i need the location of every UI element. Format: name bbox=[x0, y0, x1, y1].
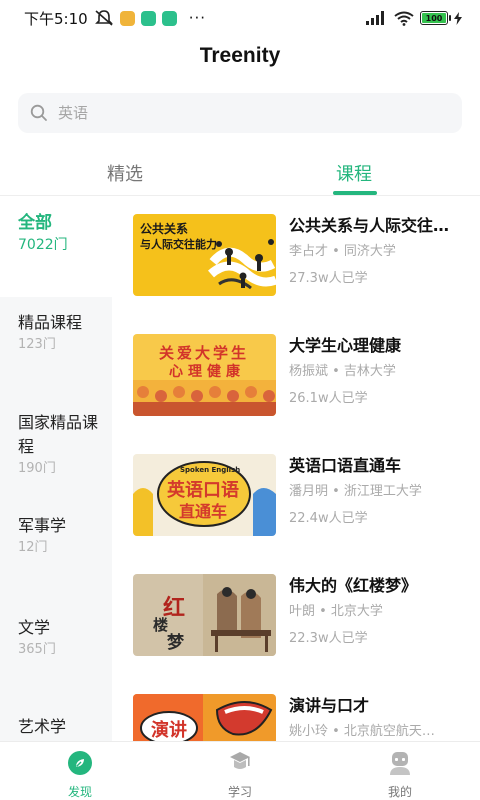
battery-level: 100 bbox=[422, 13, 446, 23]
course-thumbnail: 关爱大学生 心理健康 bbox=[133, 334, 276, 416]
sidebar-item-label: 国家精品课程 bbox=[18, 413, 99, 456]
sidebar-item-label: 精品课程 bbox=[18, 313, 83, 332]
battery-icon: 100 bbox=[420, 11, 451, 25]
tab-courses[interactable]: 课程 bbox=[336, 160, 372, 186]
course-learners: 22.4w人已学 bbox=[289, 511, 368, 526]
course-card[interactable]: 演讲 演讲与口才 姚小玲 • 北京航空航天… bbox=[133, 694, 468, 741]
app-title: Treenity bbox=[199, 44, 281, 67]
profile-icon bbox=[390, 752, 410, 775]
thumbnail-char: 楼 bbox=[153, 616, 169, 634]
course-meta: 姚小玲 • 北京航空航天… bbox=[289, 724, 435, 739]
sidebar-item-count: 7022门 bbox=[18, 237, 68, 253]
nav-label: 学习 bbox=[227, 785, 252, 799]
study-icon bbox=[230, 752, 250, 769]
course-card[interactable]: 关爱大学生 心理健康 大学生心理健康 杨振斌 • 吉林大学 26.1w人已学 bbox=[133, 334, 468, 416]
course-info: 大学生心理健康 杨振斌 • 吉林大学 26.1w人已学 bbox=[289, 334, 468, 409]
sidebar-item-count: 12门 bbox=[18, 540, 48, 555]
course-title: 英语口语直通车 bbox=[289, 456, 402, 475]
top-tabs: 精选 课程 bbox=[0, 152, 480, 196]
sidebar-item-premium-courses[interactable]: 精品课程 123门 bbox=[0, 311, 112, 355]
course-title: 大学生心理健康 bbox=[289, 336, 402, 355]
more-notifications-indicator: ··· bbox=[188, 9, 206, 27]
course-thumbnail: 演讲 bbox=[133, 694, 276, 741]
course-card[interactable]: 红 楼 梦 伟大的《红楼梦》 叶朗 • 北京大学 22.3w人已学 bbox=[133, 574, 468, 656]
thumbnail-title: 关爱大学生 bbox=[159, 344, 250, 362]
status-right: 100 bbox=[366, 11, 462, 26]
course-meta: 李占才 • 同济大学 bbox=[289, 244, 396, 259]
course-learners: 22.3w人已学 bbox=[289, 631, 368, 646]
status-left: 下午5:10 ··· bbox=[24, 8, 206, 29]
course-thumbnail: 公共关系 与人际交往能力 bbox=[133, 214, 276, 296]
course-info: 公共关系与人际交往… 李占才 • 同济大学 27.3w人已学 bbox=[289, 214, 468, 289]
course-info: 伟大的《红楼梦》 叶朗 • 北京大学 22.3w人已学 bbox=[289, 574, 468, 649]
course-meta: 潘月明 • 浙江理工大学 bbox=[289, 484, 422, 499]
tab-featured[interactable]: 精选 bbox=[107, 160, 143, 186]
search-input[interactable] bbox=[58, 104, 438, 122]
course-learners: 27.3w人已学 bbox=[289, 271, 368, 286]
bottom-navigation: 发现 学习 我的 bbox=[0, 741, 480, 800]
charging-icon bbox=[454, 11, 462, 25]
course-meta: 叶朗 • 北京大学 bbox=[289, 604, 383, 619]
category-sidebar: 全部 7022门 精品课程 123门 国家精品课程 190门 军事学 12门 文… bbox=[0, 197, 112, 741]
search-bar[interactable] bbox=[18, 93, 462, 133]
course-thumbnail: 红 楼 梦 bbox=[133, 574, 276, 656]
sidebar-item-military[interactable]: 军事学 12门 bbox=[0, 514, 112, 558]
course-title: 演讲与口才 bbox=[289, 696, 370, 715]
search-icon bbox=[30, 104, 47, 121]
nav-label: 发现 bbox=[67, 785, 92, 799]
course-meta: 杨振斌 • 吉林大学 bbox=[289, 364, 396, 379]
discover-icon bbox=[68, 751, 92, 775]
status-bar: 下午5:10 ··· 100 bbox=[0, 0, 480, 36]
sidebar-item-label: 艺术学 bbox=[18, 717, 67, 736]
sidebar-item-count: 365门 bbox=[18, 642, 56, 657]
course-info: 英语口语直通车 潘月明 • 浙江理工大学 22.4w人已学 bbox=[289, 454, 468, 529]
course-info: 演讲与口才 姚小玲 • 北京航空航天… bbox=[289, 694, 468, 741]
sidebar-item-national-premium[interactable]: 国家精品课程 190门 bbox=[0, 411, 112, 479]
sidebar-item-arts[interactable]: 艺术学 bbox=[0, 715, 112, 739]
active-tab-indicator bbox=[333, 191, 377, 195]
nav-profile[interactable]: 我的 bbox=[360, 750, 440, 800]
course-card[interactable]: Spoken English 英语口语 直通车 英语口语直通车 潘月明 • 浙江… bbox=[133, 454, 468, 536]
app-notification-icon bbox=[161, 10, 177, 26]
thumbnail-char: 梦 bbox=[167, 633, 184, 653]
app-notification-icon bbox=[140, 10, 156, 26]
app-notification-icon bbox=[119, 10, 135, 26]
sidebar-item-count: 123门 bbox=[18, 337, 56, 352]
sidebar-item-label: 文学 bbox=[18, 618, 51, 637]
thumbnail-subtitle: 直通车 bbox=[179, 502, 228, 521]
sidebar-item-literature[interactable]: 文学 365门 bbox=[0, 616, 112, 660]
wifi-icon bbox=[394, 11, 414, 26]
course-thumbnail: Spoken English 英语口语 直通车 bbox=[133, 454, 276, 536]
sidebar-item-label: 军事学 bbox=[18, 516, 67, 535]
sidebar-item-count: 190门 bbox=[18, 461, 56, 476]
course-learners: 26.1w人已学 bbox=[289, 391, 368, 406]
thumbnail-illustration bbox=[208, 239, 276, 290]
course-card[interactable]: 公共关系 与人际交往能力 公共关系与人际交往… 李占才 • 同济大学 27.3w… bbox=[133, 214, 468, 296]
sidebar-item-all[interactable]: 全部 7022门 bbox=[0, 197, 112, 297]
thumbnail-subtitle: 心理健康 bbox=[169, 364, 245, 380]
thumbnail-title: 演讲 bbox=[151, 720, 187, 741]
status-time: 下午5:10 bbox=[24, 9, 88, 28]
course-title: 公共关系与人际交往… bbox=[289, 216, 450, 235]
signal-icon bbox=[366, 11, 384, 25]
nav-study[interactable]: 学习 bbox=[200, 750, 280, 800]
course-title: 伟大的《红楼梦》 bbox=[289, 576, 418, 595]
mute-icon bbox=[94, 10, 113, 26]
nav-discover[interactable]: 发现 bbox=[40, 750, 120, 800]
nav-label: 我的 bbox=[387, 785, 412, 799]
thumbnail-label: Spoken English bbox=[180, 466, 241, 474]
sidebar-item-label: 全部 bbox=[18, 213, 52, 233]
